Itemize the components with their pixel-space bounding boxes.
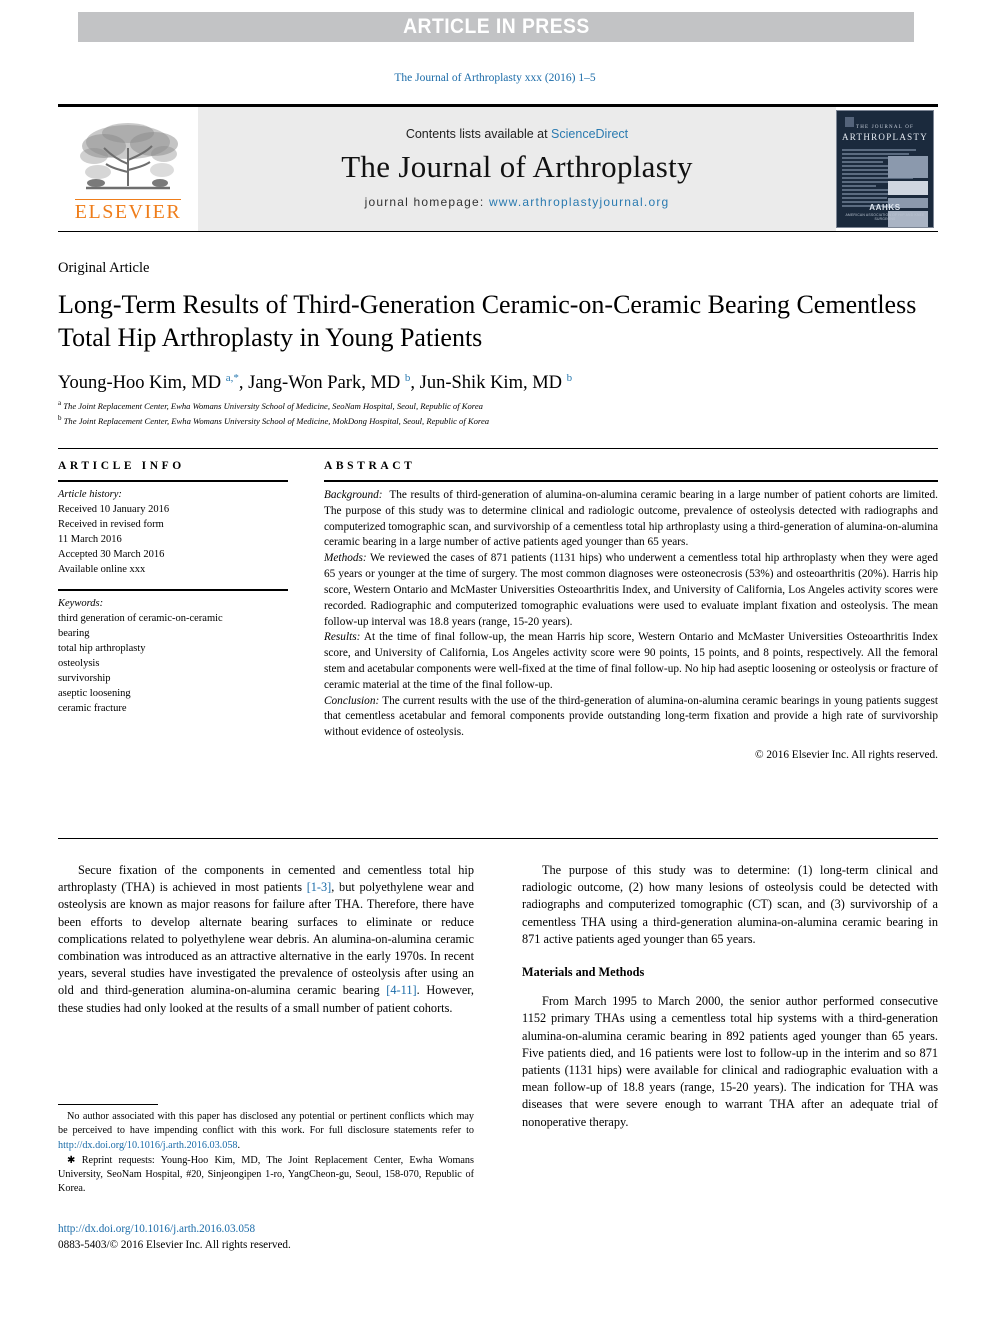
- abstract-body: Background: The results of third-generat…: [324, 488, 938, 764]
- keyword-item: survivorship: [58, 672, 111, 684]
- keyword-item: ceramic fracture: [58, 702, 127, 714]
- masthead-center: Contents lists available at ScienceDirec…: [198, 107, 836, 231]
- article-info-heading: ARTICLE INFO: [58, 460, 185, 472]
- abstract-background: Background: The results of third-generat…: [324, 488, 938, 551]
- sciencedirect-link[interactable]: ScienceDirect: [551, 127, 628, 141]
- keyword-item: bearing: [58, 628, 90, 640]
- keywords-divider: [58, 589, 288, 592]
- affiliation-a: a The Joint Replacement Center, Ewha Wom…: [58, 399, 483, 411]
- contents-prefix: Contents lists available at: [405, 127, 552, 141]
- disclosure-period: .: [237, 1139, 241, 1151]
- abstract-results: Results: At the time of final follow-up,…: [324, 630, 938, 693]
- citation-ref-1-3[interactable]: [1-3]: [307, 880, 332, 894]
- issn-copyright-line: 0883-5403/© 2016 Elsevier Inc. All right…: [58, 1238, 291, 1251]
- cover-title-large: ARTHROPLASTY: [841, 132, 929, 142]
- body-column-right: The purpose of this study was to determi…: [522, 862, 938, 1131]
- article-history-label: Article history:: [58, 489, 122, 500]
- journal-title: The Journal of Arthroplasty: [341, 149, 693, 184]
- cover-society-name: AAHKS: [869, 203, 901, 212]
- abstract-heading: ABSTRACT: [324, 460, 416, 472]
- abstract-divider: [324, 480, 938, 482]
- abstract-methods: Methods: We reviewed the cases of 871 pa…: [324, 551, 938, 630]
- abstract-conclusion-label: Conclusion:: [324, 694, 380, 707]
- abstract-results-label: Results:: [324, 631, 361, 644]
- article-doi-link[interactable]: http://dx.doi.org/10.1016/j.arth.2016.03…: [58, 1222, 474, 1238]
- methods-paragraph: From March 1995 to March 2000, the senio…: [522, 994, 938, 1129]
- info-abstract-block: ARTICLE INFO Article history: Received 1…: [58, 448, 938, 764]
- doi-block: http://dx.doi.org/10.1016/j.arth.2016.03…: [58, 1222, 474, 1253]
- footnote-divider: [58, 1104, 158, 1105]
- elsevier-wordmark: ELSEVIER: [74, 199, 182, 223]
- cover-society-logo: AAHKS AMERICAN ASSOCIATION OF HIP AND KN…: [837, 203, 933, 221]
- affiliation-b: b The Joint Replacement Center, Ewha Wom…: [58, 413, 490, 426]
- contents-available-line: Contents lists available at ScienceDirec…: [406, 127, 628, 141]
- abstract-results-text: At the time of final follow-up, the mean…: [324, 631, 938, 691]
- journal-homepage-url[interactable]: www.arthroplastyjournal.org: [489, 195, 669, 209]
- reprint-footnote: ✱ Reprint requests: Young-Hoo Kim, MD, T…: [58, 1154, 474, 1195]
- journal-cover-thumbnail: THE JOURNAL OF ARTHROPLASTY AAHKS AMERIC…: [836, 110, 934, 228]
- info-divider: [58, 480, 288, 482]
- history-item: Available online xxx: [58, 563, 146, 575]
- history-item: Accepted 30 March 2016: [58, 548, 165, 560]
- article-info-column: ARTICLE INFO Article history: Received 1…: [58, 460, 310, 764]
- body-top-divider: [58, 838, 938, 839]
- article-in-press-banner: ARTICLE IN PRESS: [78, 12, 914, 42]
- abstract-methods-label: Methods:: [324, 552, 367, 565]
- footnote-block: No author associated with this paper has…: [58, 1110, 474, 1198]
- article-in-press-label: ARTICLE IN PRESS: [402, 15, 590, 38]
- elsevier-logo: ELSEVIER: [58, 107, 198, 231]
- abstract-methods-text: We reviewed the cases of 871 patients (1…: [324, 552, 938, 628]
- abstract-copyright: © 2016 Elsevier Inc. All rights reserved…: [754, 749, 938, 761]
- author-list: Young-Hoo Kim, MD a,*, Jang-Won Park, MD…: [58, 372, 573, 394]
- journal-masthead: ELSEVIER Contents lists available at Sci…: [58, 104, 938, 232]
- cover-emblem-icon: [845, 117, 854, 127]
- elsevier-tree-icon: [80, 123, 178, 190]
- history-item: Received in revised form: [58, 518, 164, 530]
- intro-paragraph: Secure fixation of the components in cem…: [58, 862, 474, 1017]
- section-heading-materials-and-methods: Materials and Methods: [522, 965, 645, 980]
- abstract-column: ABSTRACT Background: The results of thir…: [310, 460, 938, 764]
- body-column-left: Secure fixation of the components in cem…: [58, 862, 474, 1017]
- page-title: Long-Term Results of Third-Generation Ce…: [58, 290, 917, 353]
- keyword-item: total hip arthroplasty: [58, 643, 146, 655]
- abstract-conclusion-text: The current results with the use of the …: [324, 694, 938, 739]
- keywords-label: Keywords:: [58, 598, 104, 610]
- affiliation-list: a The Joint Replacement Center, Ewha Wom…: [58, 398, 918, 428]
- article-type-label: Original Article: [58, 260, 150, 276]
- keyword-item: aseptic loosening: [58, 687, 131, 699]
- article-history-block: Article history: Received 10 January 201…: [58, 488, 288, 577]
- keyword-item: third generation of ceramic-on-ceramic: [58, 613, 223, 625]
- intro-text-2: , but polyethylene wear and osteolysis a…: [58, 880, 475, 998]
- keyword-item: osteolysis: [58, 658, 100, 670]
- abstract-background-label: Background:: [324, 489, 383, 501]
- abstract-background-text: The results of third-generation of alumi…: [324, 489, 938, 549]
- homepage-prefix: journal homepage:: [364, 195, 489, 209]
- journal-homepage-line: journal homepage: www.arthroplastyjourna…: [365, 195, 670, 209]
- citation-ref-4-11[interactable]: [4-11]: [386, 983, 416, 997]
- disclosure-text: No author associated with this paper has…: [58, 1111, 474, 1137]
- disclosure-doi-link[interactable]: http://dx.doi.org/10.1016/j.arth.2016.03…: [58, 1140, 238, 1151]
- disclosure-footnote: No author associated with this paper has…: [58, 1110, 474, 1153]
- purpose-paragraph: The purpose of this study was to determi…: [522, 863, 938, 946]
- history-item: 11 March 2016: [58, 533, 122, 545]
- running-head-citation: The Journal of Arthroplasty xxx (2016) 1…: [394, 72, 596, 84]
- abstract-conclusion: Conclusion: The current results with the…: [324, 694, 938, 741]
- keywords-block: Keywords: third generation of ceramic-on…: [58, 597, 288, 716]
- history-item: Received 10 January 2016: [58, 503, 170, 515]
- cover-society-subtitle: AMERICAN ASSOCIATION OF HIP AND KNEE SUR…: [845, 213, 925, 221]
